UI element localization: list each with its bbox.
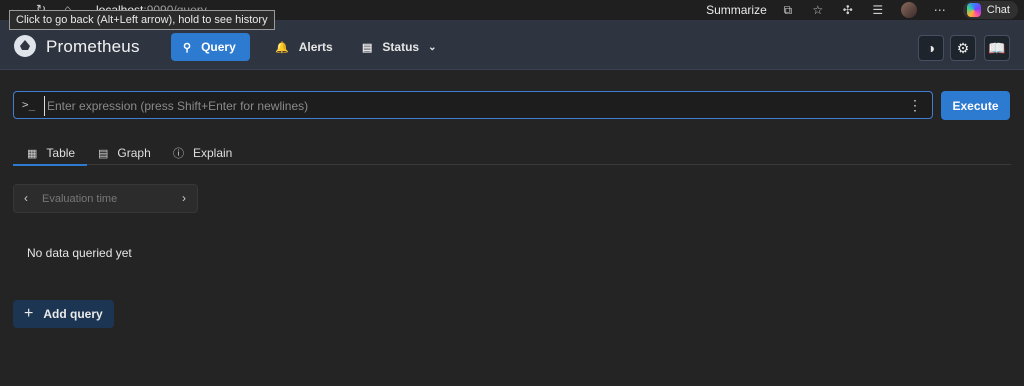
book-icon: 📖: [988, 39, 1006, 56]
nav-alerts-button[interactable]: 🔔 Alerts: [263, 33, 345, 61]
graph-icon: ▤: [98, 147, 109, 160]
nav-query-button[interactable]: ⚲ Query: [171, 33, 250, 61]
tab-explain[interactable]: ⓘ Explain: [173, 142, 232, 164]
favorites-list-icon[interactable]: ☰: [871, 3, 885, 17]
expression-editor[interactable]: >_ ⋮: [13, 91, 933, 119]
plus-icon: +: [24, 305, 34, 322]
gear-icon: ⚙: [956, 39, 970, 56]
result-tabs: ▦ Table ▤ Graph ⓘ Explain: [12, 138, 1011, 166]
nav-status-button[interactable]: ▤ Status ⌄: [350, 33, 448, 61]
add-query-button[interactable]: + Add query: [13, 300, 114, 328]
tab-table[interactable]: ▦ Table: [12, 142, 88, 166]
terminal-prompt-icon: >_: [22, 98, 36, 111]
tab-explain-label: Explain: [193, 146, 233, 160]
evaluation-time-picker: ‹ Evaluation time ›: [13, 184, 198, 213]
contrast-icon: ◑: [926, 40, 936, 56]
evaluation-time-input[interactable]: Evaluation time: [42, 193, 117, 205]
back-tooltip: Click to go back (Alt+Left arrow), hold …: [9, 10, 275, 30]
chevron-down-icon: ⌄: [428, 41, 437, 53]
server-icon: ▤: [362, 41, 373, 54]
chevron-right-icon[interactable]: ›: [182, 191, 186, 205]
nav-status-label: Status: [382, 40, 420, 54]
nav-alerts-label: Alerts: [298, 40, 333, 54]
execute-button[interactable]: Execute: [941, 91, 1010, 120]
prometheus-logo-icon[interactable]: [14, 35, 36, 57]
add-query-label: Add query: [43, 307, 103, 321]
empty-state-message: No data queried yet: [27, 246, 132, 260]
profile-avatar[interactable]: [900, 2, 917, 18]
info-icon: ⓘ: [173, 148, 184, 160]
chevron-left-icon[interactable]: ‹: [24, 191, 28, 205]
copilot-icon: [966, 3, 981, 17]
favorite-star-icon[interactable]: ☆: [811, 3, 825, 17]
theme-toggle-button[interactable]: ◑: [918, 35, 944, 61]
table-icon: ▦: [27, 147, 38, 160]
tab-graph[interactable]: ▤ Graph: [98, 142, 151, 164]
nav-query-label: Query: [201, 40, 236, 54]
extensions-icon[interactable]: ✣: [841, 3, 855, 17]
settings-button[interactable]: ⚙: [950, 35, 976, 61]
copilot-chat-button[interactable]: Chat: [962, 1, 1018, 19]
tab-graph-label: Graph: [117, 146, 151, 160]
summarize-button[interactable]: Summarize: [706, 3, 767, 17]
kebab-menu-icon[interactable]: ⋮: [908, 97, 922, 114]
more-options-icon[interactable]: ⋯: [933, 3, 947, 17]
summarize-icon[interactable]: ⧉: [781, 3, 795, 17]
docs-button[interactable]: 📖: [984, 35, 1010, 61]
brand-title[interactable]: Prometheus: [46, 37, 140, 57]
tab-table-label: Table: [46, 146, 76, 160]
search-icon: ⚲: [183, 41, 192, 54]
bell-icon: 🔔: [275, 41, 289, 54]
expression-input[interactable]: [44, 96, 904, 116]
chat-label: Chat: [986, 4, 1010, 16]
